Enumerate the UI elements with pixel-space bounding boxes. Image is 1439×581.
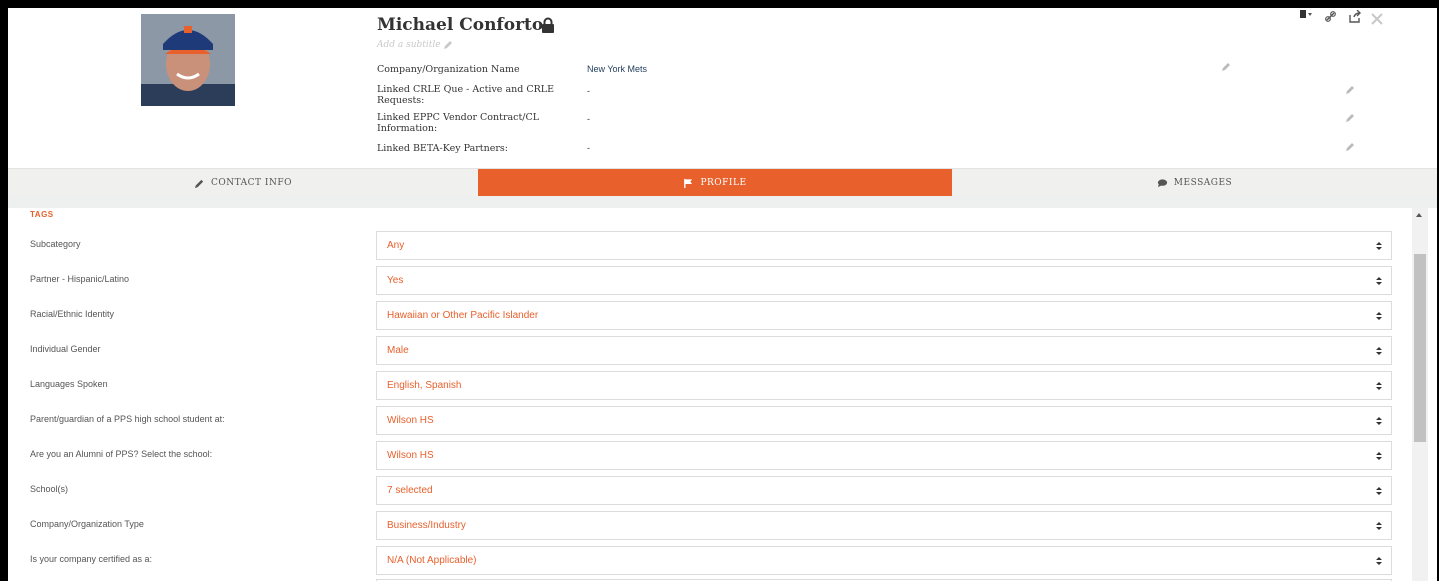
pencil-icon[interactable] — [1344, 141, 1356, 153]
tab-messages[interactable]: MESSAGES — [952, 169, 1437, 197]
field-label: Is your company certified as a: — [30, 554, 153, 564]
select-gender[interactable]: Male — [376, 336, 1392, 365]
field-label: Subcategory — [30, 239, 81, 249]
sort-caret-icon — [1376, 522, 1382, 530]
tab-contact-info[interactable]: CONTACT INFO — [8, 169, 478, 197]
field-value-company[interactable]: New York Mets — [587, 64, 647, 74]
select-value: N/A (Not Applicable) — [387, 555, 477, 566]
select-value: Business/Industry — [387, 520, 466, 531]
field-label: Individual Gender — [30, 344, 101, 354]
select-value: Male — [387, 345, 409, 356]
select-languages[interactable]: English, Spanish — [376, 371, 1392, 400]
select-racial-identity[interactable]: Hawaiian or Other Pacific Islander — [376, 301, 1392, 330]
sort-caret-icon — [1376, 382, 1382, 390]
field-value-eppc[interactable]: - — [587, 114, 590, 124]
field-label: Partner - Hispanic/Latino — [30, 274, 130, 284]
tab-divider — [8, 196, 1437, 208]
sort-caret-icon — [1376, 452, 1382, 460]
subtitle-placeholder[interactable]: Add a subtitle — [377, 40, 441, 50]
pencil-icon[interactable] — [1344, 112, 1356, 124]
select-parent-school[interactable]: Wilson HS — [376, 406, 1392, 435]
field-label: Company/Organization Type — [30, 519, 144, 529]
field-value-crle[interactable]: - — [587, 86, 590, 96]
tab-label: PROFILE — [700, 178, 747, 188]
sort-caret-icon — [1376, 347, 1382, 355]
field-label: Parent/guardian of a PPS high school stu… — [30, 414, 225, 424]
flag-icon — [684, 178, 693, 188]
document-menu-icon[interactable] — [1298, 10, 1312, 24]
section-title-tags: TAGS — [30, 210, 54, 219]
scroll-up-arrow-icon[interactable] — [1416, 213, 1422, 217]
select-certification[interactable]: N/A (Not Applicable) — [376, 546, 1392, 575]
tab-label: MESSAGES — [1173, 178, 1233, 188]
select-schools[interactable]: 7 selected — [376, 476, 1392, 505]
sort-caret-icon — [1376, 242, 1382, 250]
scrollbar-thumb[interactable] — [1414, 254, 1426, 442]
field-label: Racial/Ethnic Identity — [30, 309, 115, 319]
field-label: Languages Spoken — [30, 379, 108, 389]
sort-caret-icon — [1376, 277, 1382, 285]
contact-name: Michael Conforto — [377, 15, 544, 35]
field-value-beta[interactable]: - — [587, 143, 590, 153]
scrollbar[interactable] — [1412, 208, 1428, 581]
select-organization-type[interactable]: Business/Industry — [376, 511, 1392, 540]
select-value: Yes — [387, 275, 404, 286]
sort-caret-icon — [1376, 487, 1382, 495]
field-label-beta: Linked BETA-Key Partners: — [377, 143, 508, 154]
avatar — [141, 14, 235, 106]
link-icon[interactable] — [1324, 10, 1338, 24]
sort-caret-icon — [1376, 312, 1382, 320]
tab-label: CONTACT INFO — [211, 178, 292, 188]
close-icon[interactable] — [1370, 12, 1384, 26]
select-partner-hispanic[interactable]: Yes — [376, 266, 1392, 295]
field-label: Are you an Alumni of PPS? Select the sch… — [30, 449, 213, 459]
select-value: Wilson HS — [387, 450, 434, 461]
field-label: School(s) — [30, 484, 69, 494]
field-label-eppc: Linked EPPC Vendor Contract/CL Informati… — [377, 112, 540, 134]
message-icon — [1157, 178, 1167, 187]
select-alumni-school[interactable]: Wilson HS — [376, 441, 1392, 470]
select-value: Hawaiian or Other Pacific Islander — [387, 310, 539, 321]
select-value: 7 selected — [387, 485, 433, 496]
select-value: English, Spanish — [387, 380, 462, 391]
tab-bar: CONTACT INFO PROFILE MESSAGES — [8, 168, 1437, 197]
tab-profile[interactable]: PROFILE — [478, 169, 952, 197]
lock-icon — [542, 17, 554, 33]
select-value: Any — [387, 240, 405, 251]
select-subcategory[interactable]: Any — [376, 231, 1392, 260]
profile-panel: TAGS Subcategory Any Partner - Hispanic/… — [8, 208, 1412, 581]
sort-caret-icon — [1376, 417, 1382, 425]
subtitle-edit-icon[interactable] — [442, 39, 454, 51]
select-value: Wilson HS — [387, 415, 434, 426]
pencil-icon — [194, 179, 204, 188]
contact-record-window: Michael Conforto Add a subtitle Company/… — [8, 8, 1437, 581]
sort-caret-icon — [1376, 557, 1382, 565]
field-label-company: Company/Organization Name — [377, 64, 520, 75]
contact-header: Michael Conforto Add a subtitle Company/… — [8, 8, 1437, 168]
share-icon[interactable] — [1348, 10, 1362, 24]
pencil-icon[interactable] — [1220, 61, 1232, 73]
pencil-icon[interactable] — [1344, 84, 1356, 96]
field-label-crle: Linked CRLE Que - Active and CRLE Reques… — [377, 84, 555, 106]
